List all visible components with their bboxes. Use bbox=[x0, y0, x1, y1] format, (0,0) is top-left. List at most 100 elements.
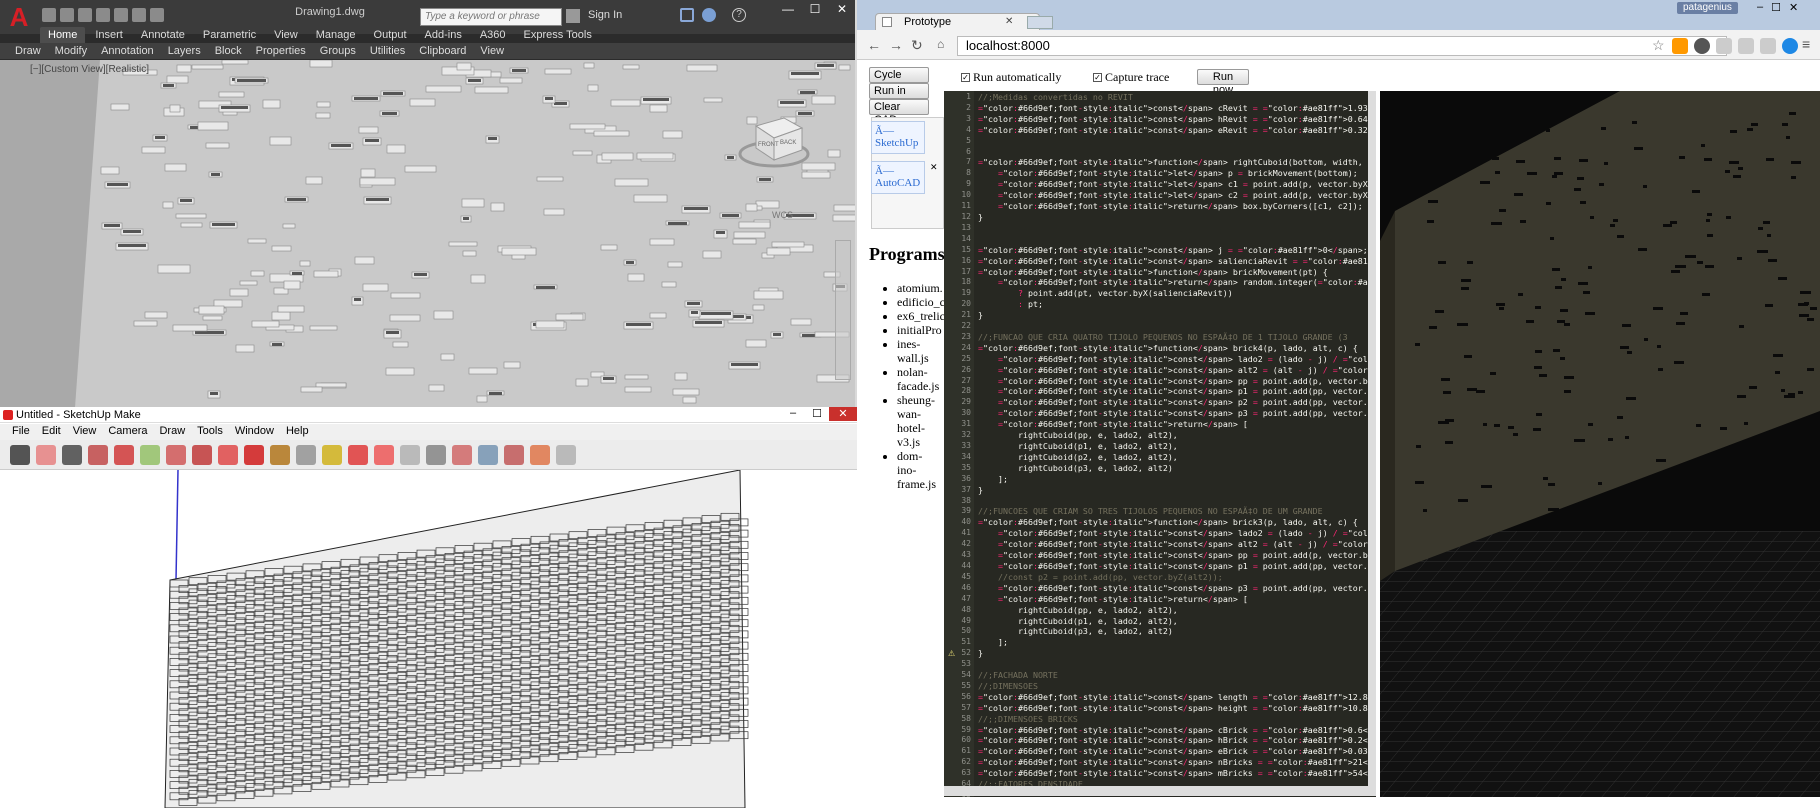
maximize-button[interactable]: ☐ bbox=[802, 2, 828, 18]
ribbon-panel[interactable]: Draw bbox=[8, 43, 48, 59]
tool-icon[interactable] bbox=[348, 445, 368, 465]
extension-icon[interactable] bbox=[1738, 38, 1754, 54]
tool-icon[interactable] bbox=[530, 445, 550, 465]
navigation-bar[interactable] bbox=[835, 240, 851, 380]
user-badge[interactable]: patagenius bbox=[1677, 2, 1738, 14]
close-button[interactable]: ✕ bbox=[829, 407, 857, 421]
extension-icon[interactable] bbox=[1694, 38, 1710, 54]
run-now-button[interactable]: Run now bbox=[1197, 69, 1249, 96]
close-button[interactable]: ✕ bbox=[829, 2, 855, 18]
ribbon-tab[interactable]: Parametric bbox=[195, 27, 264, 43]
ribbon-tab[interactable]: A360 bbox=[472, 27, 514, 43]
ribbon-panel[interactable]: View bbox=[473, 43, 511, 59]
ribbon-tab[interactable]: Add-ins bbox=[417, 27, 470, 43]
tool-icon[interactable] bbox=[218, 445, 238, 465]
tool-icon[interactable] bbox=[452, 445, 472, 465]
tool-icon[interactable] bbox=[244, 445, 264, 465]
code-text[interactable]: //;Medidas convertidas no REVIT ="color:… bbox=[978, 92, 1376, 790]
code-editor[interactable]: 1 2 3 4 5 6 7 8 9 10 11 12 13 14 15 16 17 18 19 20 21 22 23 24 2… bbox=[944, 91, 1376, 797]
warning-icon[interactable]: ⚠ bbox=[948, 649, 955, 658]
tool-icon[interactable] bbox=[88, 445, 108, 465]
menu-item[interactable]: Draw bbox=[153, 424, 191, 440]
menu-item[interactable]: Edit bbox=[36, 424, 67, 440]
menu-item[interactable]: File bbox=[6, 424, 36, 440]
tool-icon[interactable] bbox=[504, 445, 524, 465]
program-item[interactable]: initialPro bbox=[897, 323, 942, 337]
run-automatically-option[interactable]: ✓ Run automatically bbox=[961, 70, 1061, 85]
viewcube-icon[interactable]: FRONT BACK bbox=[738, 112, 810, 170]
minimize-button[interactable]: – bbox=[1757, 1, 1763, 14]
search-input[interactable]: Type a keyword or phrase bbox=[420, 8, 562, 26]
capture-trace-option[interactable]: ✓ Capture trace bbox=[1093, 70, 1169, 85]
extension-icon[interactable] bbox=[1716, 38, 1732, 54]
program-item[interactable]: edificio_c bbox=[897, 295, 945, 309]
tool-icon[interactable] bbox=[192, 445, 212, 465]
ribbon-panel[interactable]: Annotation bbox=[94, 43, 161, 59]
autocad-viewport[interactable]: [−][Custom View][Realistic] FRONT BACK W… bbox=[0, 60, 855, 407]
ribbon-tab[interactable]: Output bbox=[366, 27, 415, 43]
wcs-label[interactable]: WCS bbox=[772, 210, 793, 220]
menu-item[interactable]: Window bbox=[229, 424, 280, 440]
menu-icon[interactable]: ≡ bbox=[1802, 36, 1810, 52]
menu-item[interactable]: Help bbox=[280, 424, 315, 440]
tool-icon[interactable] bbox=[140, 445, 160, 465]
tool-icon[interactable] bbox=[62, 445, 82, 465]
backend-autocad[interactable]: Ã— AutoCAD bbox=[871, 161, 925, 194]
tool-icon[interactable] bbox=[296, 445, 316, 465]
tool-icon[interactable] bbox=[556, 445, 576, 465]
home-icon[interactable]: ⌂ bbox=[937, 37, 944, 51]
menu-item[interactable]: View bbox=[67, 424, 103, 440]
new-tab-button[interactable] bbox=[1027, 16, 1053, 29]
minimize-button[interactable]: – bbox=[781, 407, 805, 421]
program-item[interactable]: atomium. bbox=[897, 281, 943, 295]
maximize-button[interactable]: ☐ bbox=[1771, 1, 1781, 14]
ribbon-panel[interactable]: Clipboard bbox=[412, 43, 473, 59]
ribbon-tab[interactable]: Home bbox=[40, 27, 86, 43]
cycle-mode-button[interactable]: Cycle Mode bbox=[869, 67, 929, 94]
remove-backend-icon[interactable]: ✕ bbox=[930, 162, 938, 173]
tool-icon[interactable] bbox=[270, 445, 290, 465]
tab-close-icon[interactable]: ✕ bbox=[1005, 16, 1013, 27]
ribbon-tab[interactable]: Manage bbox=[308, 27, 364, 43]
backend-sketchup[interactable]: Ã— SketchUp bbox=[871, 121, 925, 154]
ribbon-panel[interactable]: Groups bbox=[313, 43, 363, 59]
reload-icon[interactable]: ↻ bbox=[911, 37, 923, 54]
tool-icon[interactable] bbox=[114, 445, 134, 465]
ribbon-panel[interactable]: Modify bbox=[48, 43, 94, 59]
run-in-cad-button[interactable]: Run in CAD bbox=[869, 83, 929, 110]
print-icon[interactable] bbox=[114, 8, 128, 22]
program-item[interactable]: nolan-facade.js bbox=[897, 365, 940, 393]
tool-icon[interactable] bbox=[478, 445, 498, 465]
tool-icon[interactable] bbox=[322, 445, 342, 465]
saveas-icon[interactable] bbox=[96, 8, 110, 22]
ribbon-panel[interactable]: Utilities bbox=[363, 43, 412, 59]
sign-in-button[interactable]: Sign In bbox=[588, 9, 622, 21]
maximize-button[interactable]: ☐ bbox=[805, 407, 829, 421]
binoculars-icon[interactable] bbox=[566, 9, 580, 23]
tool-icon[interactable] bbox=[166, 445, 186, 465]
ribbon-tab[interactable]: Express Tools bbox=[516, 27, 600, 43]
open-icon[interactable] bbox=[60, 8, 74, 22]
save-icon[interactable] bbox=[78, 8, 92, 22]
program-item[interactable]: sheung-wan-hotel-v3.js bbox=[897, 393, 940, 449]
program-item[interactable]: dom-ino-frame.js bbox=[897, 449, 940, 491]
sketchup-viewport[interactable] bbox=[0, 470, 857, 808]
address-bar[interactable]: localhost:8000 bbox=[957, 36, 1727, 56]
ribbon-panel[interactable]: Block bbox=[208, 43, 249, 59]
menu-item[interactable]: Camera bbox=[102, 424, 153, 440]
undo-icon[interactable] bbox=[132, 8, 146, 22]
a360-icon[interactable] bbox=[702, 8, 716, 22]
tool-icon[interactable] bbox=[10, 445, 30, 465]
close-button[interactable]: ✕ bbox=[1789, 1, 1798, 14]
help-icon[interactable]: ? bbox=[732, 8, 746, 22]
editor-vertical-scrollbar[interactable] bbox=[1368, 91, 1376, 791]
tool-icon[interactable] bbox=[374, 445, 394, 465]
minimize-button[interactable]: — bbox=[775, 2, 801, 18]
menu-item[interactable]: Tools bbox=[191, 424, 229, 440]
extension-icon[interactable] bbox=[1760, 38, 1776, 54]
rss-icon[interactable] bbox=[1672, 38, 1688, 54]
run-automatically-checkbox[interactable]: ✓ bbox=[961, 73, 970, 82]
threejs-viewport[interactable] bbox=[1380, 91, 1820, 797]
bookmark-star-icon[interactable]: ☆ bbox=[1652, 37, 1665, 54]
ribbon-tab[interactable]: View bbox=[266, 27, 306, 43]
